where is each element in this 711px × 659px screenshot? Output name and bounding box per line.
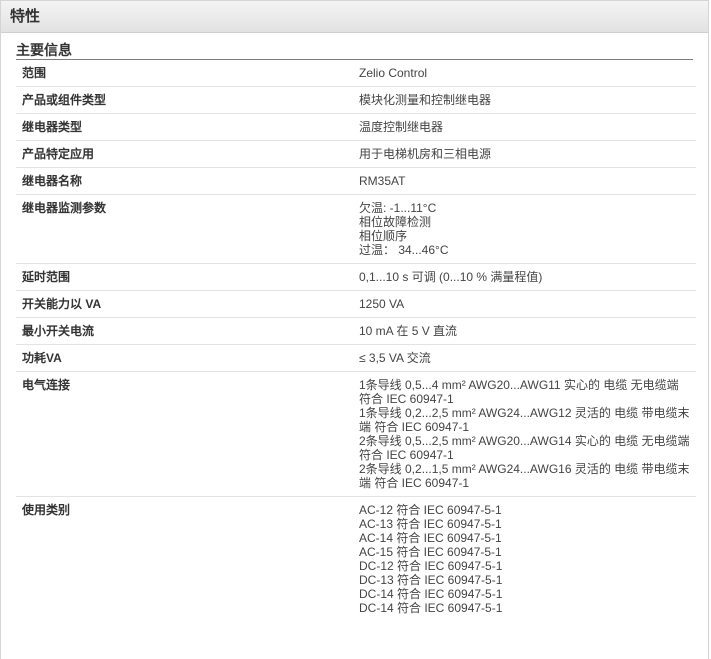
spec-label: 功耗VA xyxy=(16,344,356,372)
spec-value-line: 用于电梯机房和三相电源 xyxy=(359,147,492,161)
spec-value: RM35AT xyxy=(356,167,696,195)
spec-value-line: DC-13 符合 IEC 60947-5-1 xyxy=(359,573,503,587)
spec-value: 欠温: -1...11°C 相位故障检测 相位顺序 过温： 34...46°C xyxy=(356,194,696,264)
spec-value: 用于电梯机房和三相电源 xyxy=(356,140,696,168)
spec-value-line: DC-14 符合 IEC 60947-5-1 xyxy=(359,587,503,601)
spec-label: 继电器监测参数 xyxy=(16,194,356,264)
spec-value-line: 1条导线 0,5...4 mm² AWG20...AWG11 实心的 电缆 无电… xyxy=(359,378,679,392)
spec-value-line: 符合 IEC 60947-1 xyxy=(359,448,454,462)
spec-label: 最小开关电流 xyxy=(16,317,356,345)
spec-table: 范围 Zelio Control 产品或组件类型 模块化测量和控制继电器 继电器类型 温度… xyxy=(16,60,696,629)
spec-row: 开关能力以 VA 1250 VA xyxy=(16,290,696,318)
spec-label: 延时范围 xyxy=(16,263,356,291)
spec-value-line: 端 符合 IEC 60947-1 xyxy=(359,476,470,490)
spec-value-line: 相位顺序 xyxy=(359,229,408,243)
spec-label: 产品特定应用 xyxy=(16,140,356,168)
spec-label: 电气连接 xyxy=(16,371,356,497)
spec-value-line: Zelio Control xyxy=(359,66,428,80)
spec-label: 继电器名称 xyxy=(16,167,356,195)
spec-value-line: AC-15 符合 IEC 60947-5-1 xyxy=(359,545,502,559)
spec-value-line: 1250 VA xyxy=(359,297,405,311)
spec-value-line: 相位故障检测 xyxy=(359,215,432,229)
spec-value-line: AC-13 符合 IEC 60947-5-1 xyxy=(359,517,502,531)
spec-row: 电气连接 1条导线 0,5...4 mm² AWG20...AWG11 实心的 电… xyxy=(16,371,696,497)
spec-value-line: 2条导线 0,2...1,5 mm² AWG24...AWG16 灵活的 电缆 … xyxy=(359,462,690,476)
spec-value: 0,1...10 s 可调 (0...10 % 满量程值) xyxy=(356,263,696,291)
spec-value: 1250 VA xyxy=(356,290,696,318)
spec-table-body: 范围 Zelio Control 产品或组件类型 模块化测量和控制继电器 继电器类型 温度… xyxy=(16,60,696,629)
spec-row: 产品特定应用 用于电梯机房和三相电源 xyxy=(16,140,696,168)
spec-value-line: 2条导线 0,5...2,5 mm² AWG20...AWG14 实心的 电缆 … xyxy=(359,434,690,448)
spec-value-line: RM35AT xyxy=(359,174,406,188)
spec-value-line: 欠温: -1...11°C xyxy=(359,201,437,215)
spec-value-line: AC-14 符合 IEC 60947-5-1 xyxy=(359,531,502,545)
spec-value: 温度控制继电器 xyxy=(356,113,696,141)
spec-value-line: 0,1...10 s 可调 (0...10 % 满量程值) xyxy=(359,270,543,284)
spec-row: 继电器名称 RM35AT xyxy=(16,167,696,195)
spec-row: 继电器监测参数 欠温: -1...11°C 相位故障检测 相位顺序 过温： 34...4… xyxy=(16,194,696,264)
spec-value: 1条导线 0,5...4 mm² AWG20...AWG11 实心的 电缆 无电… xyxy=(356,371,696,497)
spec-value: AC-12 符合 IEC 60947-5-1 AC-13 符合 IEC 60947… xyxy=(356,497,696,630)
spec-label: 范围 xyxy=(16,60,356,87)
spec-value-line: DC-14 符合 IEC 60947-5-1 xyxy=(359,601,503,615)
spec-value-line: 1条导线 0,2...2,5 mm² AWG24...AWG12 灵活的 电缆 … xyxy=(359,406,690,420)
spec-value-line: 10 mA 在 5 V 直流 xyxy=(359,324,458,338)
spec-row: 延时范围 0,1...10 s 可调 (0...10 % 满量程值) xyxy=(16,263,696,291)
spec-value-line: 模块化测量和控制继电器 xyxy=(359,93,492,107)
spec-row: 产品或组件类型 模块化测量和控制继电器 xyxy=(16,86,696,114)
spec-value-line: 符合 IEC 60947-1 xyxy=(359,392,454,406)
spec-row: 范围 Zelio Control xyxy=(16,60,696,87)
spec-value-line: 过温： 34...46°C xyxy=(359,243,449,257)
spec-value: Zelio Control xyxy=(356,60,696,87)
spec-value: ≤ 3,5 VA 交流 xyxy=(356,344,696,372)
spec-value-line: ≤ 3,5 VA 交流 xyxy=(359,351,431,365)
section-title: 主要信息 xyxy=(16,42,693,60)
spec-row: 功耗VA ≤ 3,5 VA 交流 xyxy=(16,344,696,372)
spec-value-line: AC-12 符合 IEC 60947-5-1 xyxy=(359,503,502,517)
characteristics-panel: 特性 主要信息 范围 Zelio Control 产品或组件类型 模块化测量和控制继电… xyxy=(0,0,709,659)
spec-label: 开关能力以 VA xyxy=(16,290,356,318)
spec-label: 使用类别 xyxy=(22,503,71,517)
spec-value-line: 端 符合 IEC 60947-1 xyxy=(359,420,470,434)
spec-value-line: DC-12 符合 IEC 60947-5-1 xyxy=(359,559,503,573)
spec-row: 最小开关电流 10 mA 在 5 V 直流 xyxy=(16,317,696,345)
spec-row: 使用类别 AC-12 符合 IEC 60947-5-1 AC-13 符合 IEC 6… xyxy=(16,497,696,630)
spec-label: 产品或组件类型 xyxy=(16,86,356,114)
spec-value-line: 温度控制继电器 xyxy=(359,120,444,134)
spec-label: 继电器类型 xyxy=(16,113,356,141)
spec-row: 继电器类型 温度控制继电器 xyxy=(16,113,696,141)
panel-header: 特性 xyxy=(1,1,708,33)
spec-value: 10 mA 在 5 V 直流 xyxy=(356,317,696,345)
spec-value: 模块化测量和控制继电器 xyxy=(356,86,696,114)
